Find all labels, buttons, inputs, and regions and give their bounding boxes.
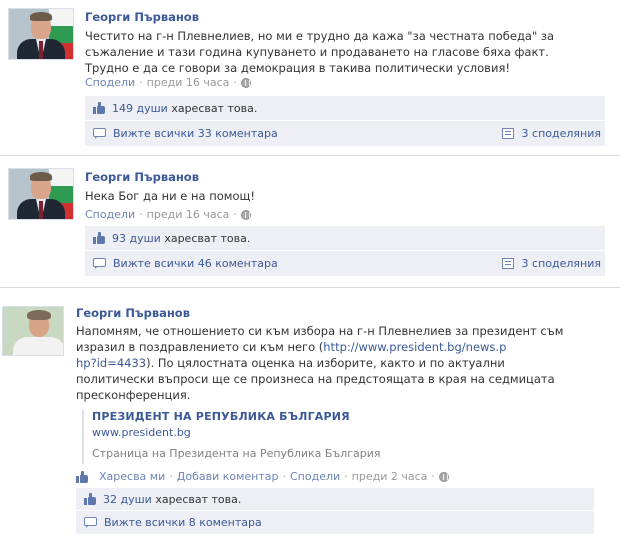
attachment-url[interactable]: www.president.bg: [92, 426, 502, 439]
post-text-line: политически въпроси ще се произнеса на п…: [76, 372, 555, 386]
share-link[interactable]: Сподели: [290, 470, 340, 483]
post-timestamp[interactable]: преди 16 часа: [147, 76, 230, 89]
attachment-title[interactable]: ПРЕЗИДЕНТ НА РЕПУБЛИКА БЪЛГАРИЯ: [92, 410, 502, 423]
comments-row: Вижте всички 8 коментара: [76, 511, 594, 534]
post-text-line: hp?id=4433). По цялостната оценка на изб…: [76, 356, 505, 370]
view-all-comments-link[interactable]: Вижте всички 33 коментара: [113, 127, 278, 140]
shares-count[interactable]: 3 споделяния: [501, 127, 601, 140]
shares-count[interactable]: 3 споделяния: [501, 257, 601, 270]
comment-bubble-icon: [93, 127, 107, 140]
meta-separator: ·: [282, 470, 287, 483]
likes-row: 93 души харесват това.: [85, 226, 605, 250]
view-all-comments-link[interactable]: Вижте всички 46 коментара: [113, 257, 278, 270]
thumbs-up-icon: [93, 102, 106, 114]
thumbs-up-icon: [84, 493, 97, 505]
post-divider: [0, 287, 620, 288]
meta-separator: ·: [139, 208, 143, 221]
globe-icon: [438, 471, 449, 482]
post-timestamp[interactable]: преди 2 часа: [352, 470, 428, 483]
post-text-line: изразил в поздравлението си към него (ht…: [76, 340, 507, 354]
view-all-comments-link[interactable]: Вижте всички 8 коментара: [104, 516, 262, 529]
share-page-icon: [501, 127, 516, 140]
post-meta: Сподели · преди 16 часа ·: [85, 208, 251, 221]
meta-separator: ·: [431, 470, 435, 483]
author-name[interactable]: Георги Първанов: [85, 170, 199, 184]
post-text: Напомням, че отношението си към избора н…: [76, 323, 616, 403]
post-divider: [0, 155, 620, 156]
shares-count-label[interactable]: 3 споделяния: [522, 257, 601, 270]
meta-separator: ·: [233, 208, 237, 221]
share-link[interactable]: Сподели: [85, 76, 135, 89]
post-text-line: Честито на г-н Плевнелиев, но ми е трудн…: [85, 29, 555, 43]
author-name[interactable]: Георги Първанов: [85, 10, 199, 24]
globe-icon: [240, 77, 251, 88]
feedback-box: 93 души харесват това. Вижте всички 46 к…: [85, 226, 605, 276]
thumbs-up-icon: [76, 470, 89, 483]
like-button[interactable]: Харесва ми: [99, 470, 165, 483]
post-2: Георги Първанов Нека Бог да ни е на помо…: [0, 160, 620, 280]
comments-row: Вижте всички 46 коментара 3 споделяния: [85, 251, 605, 276]
feedback-box: 32 души харесват това. Вижте всички 8 ко…: [76, 488, 594, 534]
comment-bubble-icon: [93, 257, 107, 270]
likes-count-link[interactable]: 149 души: [112, 102, 168, 115]
shares-count-label[interactable]: 3 споделяния: [522, 127, 601, 140]
likes-suffix: харесват това.: [155, 492, 242, 506]
add-comment-button[interactable]: Добави коментар: [177, 470, 279, 483]
likes-row: 32 души харесват това.: [76, 488, 594, 510]
share-page-icon: [501, 257, 516, 270]
feedback-box: 149 души харесват това. Вижте всички 33 …: [85, 96, 605, 146]
post-meta: Сподели · преди 16 часа ·: [85, 76, 251, 89]
president-news-link[interactable]: http://www.president.bg/news.p: [323, 340, 506, 354]
likes-row: 149 души харесват това.: [85, 96, 605, 120]
share-link[interactable]: Сподели: [85, 208, 135, 221]
meta-separator: ·: [344, 470, 348, 483]
globe-icon: [240, 209, 251, 220]
post-text: Честито на г-н Плевнелиев, но ми е трудн…: [85, 28, 615, 76]
post-text-line: Напомням, че отношението си към избора н…: [76, 324, 564, 338]
meta-separator: ·: [139, 76, 143, 89]
comments-row: Вижте всички 33 коментара 3 споделяния: [85, 121, 605, 146]
post-3: Георги Първанов Напомням, че отношението…: [0, 292, 620, 536]
post-text-line: Нека Бог да ни е на помощ!: [85, 189, 255, 203]
post-1: Георги Първанов Честито на г-н Плевнелие…: [0, 0, 620, 150]
post-text-line: Трудно е да се говори за демокрация в та…: [85, 61, 510, 75]
comment-bubble-icon: [84, 516, 98, 529]
link-attachment[interactable]: ПРЕЗИДЕНТ НА РЕПУБЛИКА БЪЛГАРИЯ www.pres…: [82, 410, 502, 464]
post-text-line: съжаление и тази година купуването и про…: [85, 45, 549, 59]
author-avatar[interactable]: [8, 168, 74, 220]
meta-separator: ·: [233, 76, 237, 89]
meta-separator: ·: [169, 470, 173, 483]
post-actions: Харесва ми · Добави коментар · Сподели ·…: [76, 470, 449, 483]
post-timestamp[interactable]: преди 16 часа: [147, 208, 230, 221]
post-text: Нека Бог да ни е на помощ!: [85, 188, 615, 204]
president-news-link-cont[interactable]: hp?id=4433: [76, 356, 146, 370]
thumbs-up-icon: [93, 232, 106, 244]
author-name[interactable]: Георги Първанов: [76, 306, 190, 320]
likes-suffix: харесват това.: [164, 231, 251, 245]
likes-count-link[interactable]: 32 души: [103, 493, 152, 506]
likes-suffix: харесват това.: [171, 101, 258, 115]
author-avatar[interactable]: [8, 8, 74, 60]
author-avatar[interactable]: [2, 306, 64, 356]
likes-count-link[interactable]: 93 души: [112, 232, 161, 245]
attachment-description: Страница на Президента на Република Бълг…: [92, 447, 381, 460]
post-text-line: пресконференция.: [76, 388, 191, 402]
